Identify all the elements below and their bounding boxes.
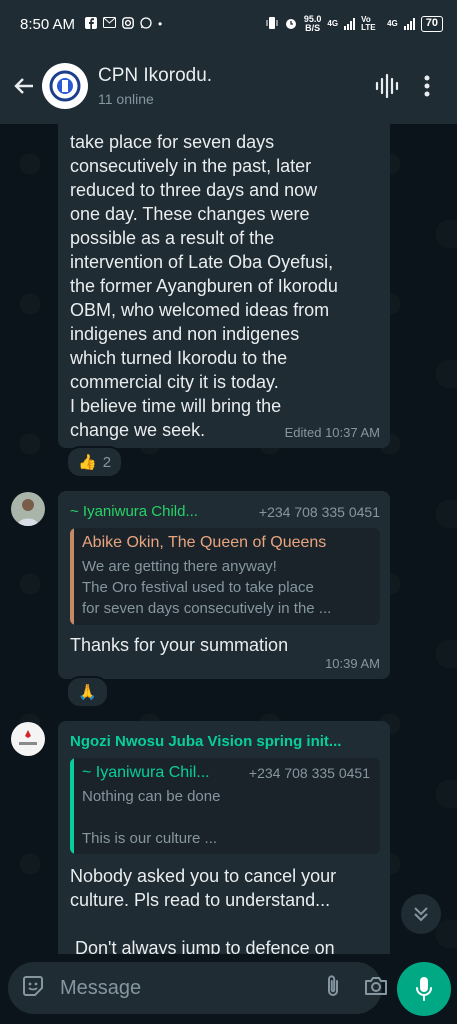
more-vert-icon [424, 75, 430, 97]
quoted-phone: +234 708 335 0451 [248, 765, 370, 781]
back-arrow-icon[interactable] [10, 72, 38, 100]
alarm-icon [284, 16, 298, 32]
net3-label: 4G [387, 19, 398, 28]
avatar[interactable] [11, 722, 45, 756]
message-meta: 10:39 AM [325, 656, 380, 671]
header-info[interactable]: CPN Ikorodu. 11 online [98, 65, 367, 107]
status-bar: 8:50 AM • 95.0 B/S 4G Vo LTE 4G 70 [0, 0, 457, 48]
vibrate-icon [266, 16, 278, 32]
message-text: take place for seven days consecutively … [70, 132, 338, 440]
volte-label: Vo LTE [361, 15, 376, 32]
group-avatar[interactable] [42, 63, 88, 109]
quoted-text: We are getting there anyway! The Oro fes… [82, 558, 332, 617]
quoted-text: Nothing can be done This is our culture … [82, 788, 221, 847]
whatsapp-icon [140, 16, 152, 32]
avatar[interactable] [11, 492, 45, 526]
message-text: Thanks for your summation [70, 635, 289, 655]
facebook-icon [85, 16, 98, 32]
quoted-sender: ~ Iyaniwura Chil... [82, 764, 210, 781]
message-meta: Edited 10:37 AM [284, 425, 380, 440]
sender-name[interactable]: Ngozi Nwosu Juba Vision spring init... [70, 733, 341, 750]
notification-icons: • [85, 16, 163, 32]
chat-area[interactable]: take place for seven days consecutively … [0, 124, 457, 954]
message-bubble[interactable]: Ngozi Nwosu Juba Vision spring init... ~… [58, 721, 390, 954]
system-icons: 95.0 B/S 4G Vo LTE 4G 70 [266, 15, 443, 33]
dot-icon: • [158, 17, 163, 31]
more-options-button[interactable] [407, 66, 447, 106]
network-type-1: 4G [327, 20, 338, 28]
reaction-badge[interactable]: 🙏 [66, 676, 109, 708]
double-chevron-down-icon [414, 907, 428, 922]
camera-icon[interactable] [363, 975, 389, 1002]
message-bubble[interactable]: ~ Iyaniwura Child... +234 708 335 0451 A… [58, 491, 390, 679]
scroll-to-bottom-button[interactable] [401, 894, 441, 934]
voice-record-button[interactable] [397, 962, 451, 1016]
voice-chat-button[interactable] [367, 66, 407, 106]
signal-icon [344, 18, 356, 30]
thumbs-up-icon: 👍 [78, 454, 97, 471]
message-input[interactable] [60, 976, 325, 1000]
message-input-box[interactable] [8, 962, 387, 1014]
sender-phone: +234 708 335 0451 [258, 503, 380, 520]
chat-header: CPN Ikorodu. 11 online [0, 48, 457, 124]
battery-indicator: 70 [420, 16, 443, 32]
status-time: 8:50 AM [20, 15, 76, 33]
sender-row: Ngozi Nwosu Juba Vision spring init... [70, 733, 380, 750]
sender-name[interactable]: ~ Iyaniwura Child... [70, 503, 198, 520]
reaction-count: 2 [102, 453, 112, 471]
speed-unit: B/S [305, 23, 321, 33]
sender-row: ~ Iyaniwura Child... +234 708 335 0451 [70, 503, 380, 520]
sticker-icon[interactable] [20, 973, 46, 1004]
reaction-badge[interactable]: 👍 2 [66, 446, 124, 478]
online-count: 11 online [98, 91, 154, 107]
composer-bar [0, 954, 457, 1024]
microphone-icon [416, 977, 432, 1001]
group-name: CPN Ikorodu. [98, 65, 213, 86]
quoted-header: ~ Iyaniwura Chil... +234 708 335 0451 [82, 764, 370, 782]
quoted-message[interactable]: ~ Iyaniwura Chil... +234 708 335 0451 No… [70, 758, 380, 854]
message-text: Nobody asked you to cancel your culture.… [70, 866, 337, 954]
instagram-icon [122, 16, 134, 32]
gmail-icon [103, 17, 117, 31]
attach-icon[interactable] [325, 973, 341, 1004]
quoted-sender: Abike Okin, The Queen of Queens [82, 534, 327, 551]
network-speed: 95.0 B/S [304, 15, 322, 33]
network-type-2: 4G [387, 20, 398, 28]
praying-hands-icon: 🙏 [78, 684, 97, 701]
quoted-message[interactable]: Abike Okin, The Queen of Queens We are g… [70, 528, 380, 625]
audio-wave-icon [375, 73, 399, 99]
net1-label: 4G [327, 19, 339, 28]
message-bubble[interactable]: take place for seven days consecutively … [58, 124, 390, 448]
signal-icon-2 [403, 18, 415, 30]
